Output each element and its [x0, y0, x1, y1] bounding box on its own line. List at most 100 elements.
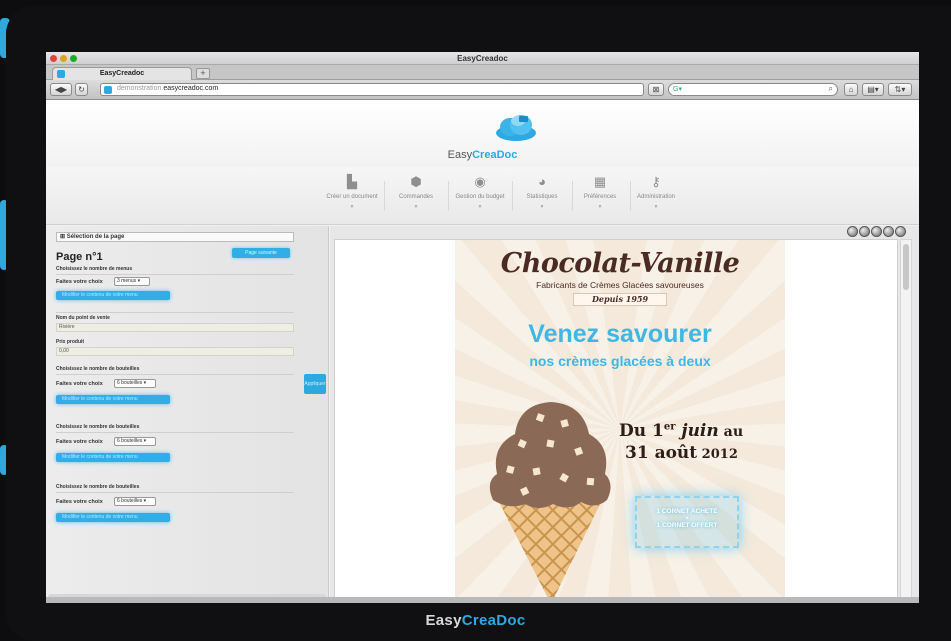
page-selection-icon: ⊞ [60, 234, 67, 240]
site-identity-icon [104, 86, 112, 94]
chevron-down-icon: ▼ [349, 204, 355, 210]
flyer-date-year: 2012 [697, 447, 738, 462]
menu-label: Administration [636, 194, 675, 200]
menu-label: Commandes [398, 194, 433, 200]
next-page-button[interactable]: Page suivante [232, 248, 290, 258]
menu-label: Gestion du budget [455, 194, 505, 200]
status-bar [46, 597, 919, 603]
menu-item-budget[interactable]: ◉ Gestion du budget ▼ [450, 173, 510, 210]
vertical-scrollbar[interactable] [900, 239, 912, 603]
zoom-control-3[interactable] [871, 226, 882, 237]
main-menu: ▙ Créer un document ▼ ⬢ Commandes ▼ ◉ Ge… [46, 167, 919, 225]
bottles-count-select[interactable]: 6 bouteilles ▾ [114, 379, 156, 388]
apply-tab-button[interactable]: Appliquer [304, 374, 326, 394]
bezel-brand-part2: CreaDoc [461, 612, 526, 629]
extensions-button[interactable]: ⇅▾ [888, 83, 912, 96]
editor-panel: ⊞ Sélection de la page Page n°1 Page sui… [46, 226, 329, 603]
menu-item-statistics[interactable]: ◕ Statistiques ▼ [512, 173, 572, 210]
toolbar-button[interactable]: ⊠ [648, 83, 664, 96]
pie-chart-icon: ◕ [538, 174, 546, 189]
choice-label: Faites votre choix [56, 439, 103, 445]
divider [56, 492, 294, 493]
select-value: 6 bouteilles [117, 498, 143, 504]
menu-item-create-document[interactable]: ▙ Créer un document ▼ [322, 173, 382, 210]
home-button[interactable]: ⌂ [844, 83, 858, 96]
search-input[interactable]: G▾ ⌕ [668, 83, 838, 96]
title-bar: EasyCreadoc [46, 52, 919, 65]
site-favicon-icon [57, 70, 65, 78]
menu-item-preferences[interactable]: ▦ Préférences ▼ [570, 173, 630, 210]
list-icon: ▦ [593, 174, 607, 189]
flyer-subtitle: Fabricants de Crèmes Glacées savoureuses [536, 280, 704, 290]
zoom-control-2[interactable] [859, 226, 870, 237]
tab-bar: EasyCreadoc + [46, 65, 919, 80]
scrollbar-thumb[interactable] [903, 244, 909, 290]
point-of-sale-field[interactable]: Rivière [56, 323, 294, 332]
modify-content-button[interactable]: Modifier le contenu de votre menu [56, 513, 170, 522]
modify-menu-button[interactable]: Modifier le contenu de votre menu [56, 291, 170, 300]
url-bar[interactable]: demonstration.easycreadoc.com ★ [100, 83, 680, 96]
url-domain: easycreadoc.com [163, 85, 219, 92]
offer-line2: 1 CORNET OFFERT [656, 522, 718, 529]
zoom-control-4[interactable] [883, 226, 894, 237]
back-forward-button[interactable]: ◀▶ [50, 83, 72, 96]
zoom-control-1[interactable] [847, 226, 858, 237]
url-text: demonstration.easycreadoc.com [117, 85, 218, 92]
modify-content-button[interactable]: Modifier le contenu de votre menu [56, 395, 170, 404]
point-of-sale-label: Nom du point de vente [56, 315, 110, 321]
site-header: EasyCreaDoc [46, 101, 919, 167]
page-selection-bar[interactable]: ⊞ Sélection de la page [56, 232, 294, 242]
bottles-group-label: Choisissez le nombre de bouteilles [56, 484, 140, 490]
chevron-down-icon: ▼ [539, 204, 545, 210]
menu-divider [448, 181, 449, 211]
search-engine-icon[interactable]: G▾ [673, 85, 682, 93]
site-logo-text[interactable]: EasyCreaDoc [46, 149, 919, 161]
modify-content-button[interactable]: Modifier le contenu de votre menu [56, 453, 170, 462]
bookmarks-button[interactable]: ▤▾ [862, 83, 884, 96]
page-title: Page n°1 [56, 251, 103, 263]
offer-badge: 1 CORNET ACHETÉ + 1 CORNET OFFERT [635, 496, 739, 548]
reload-button[interactable]: ↻ [75, 83, 88, 96]
menu-item-administration[interactable]: ⚷ Administration ▼ [626, 173, 686, 210]
browser-window: EasyCreadoc EasyCreadoc + ◀▶ ↻ demonstra… [46, 52, 919, 603]
menu-item-orders[interactable]: ⬢ Commandes ▼ [386, 173, 446, 210]
product-price-field[interactable]: 0,00 [56, 347, 294, 356]
flyer-since: Depuis 1959 [591, 294, 649, 304]
menu-label: Statistiques [526, 194, 558, 200]
window-title: EasyCreadoc [457, 54, 508, 63]
flyer-date-end: 31 août [625, 443, 698, 463]
search-icon[interactable]: ⌕ [829, 84, 833, 94]
flyer-date-prefix: Du 1 [619, 421, 664, 441]
chevron-down-icon: ▼ [477, 204, 483, 210]
menus-count-select[interactable]: 3 menus ▾ [114, 277, 150, 286]
choice-label: Faites votre choix [56, 499, 103, 505]
menu-label: Préférences [583, 194, 617, 200]
url-prefix: demonstration. [117, 85, 164, 92]
new-tab-button[interactable]: + [196, 68, 210, 79]
document-preview: Chocolat-Vanille Fabricants de Crèmes Gl… [330, 226, 919, 603]
flyer-date-month: juin [675, 421, 719, 441]
navigation-bar: ◀▶ ↻ demonstration.easycreadoc.com ★ ⊠ G… [46, 80, 919, 100]
flyer-headline: Venez savourer [528, 320, 712, 348]
flyer: Chocolat-Vanille Fabricants de Crèmes Gl… [455, 240, 785, 603]
product-price-label: Prix produit [56, 339, 85, 345]
bottles-group-label: Choisissez le nombre de bouteilles [56, 424, 140, 430]
divider [56, 312, 294, 313]
flyer-since-ribbon: Depuis 1959 [573, 293, 667, 306]
zoom-control-5[interactable] [895, 226, 906, 237]
bottles-count-select[interactable]: 6 bouteilles ▾ [114, 437, 156, 446]
bottles-count-select[interactable]: 6 bouteilles ▾ [114, 497, 156, 506]
logo-part1: Easy [447, 149, 473, 161]
flyer-date-line1: Du 1er juin au [619, 421, 743, 441]
menu-divider [384, 181, 385, 211]
chevron-down-icon: ▼ [653, 204, 659, 210]
cloud-logo-icon[interactable] [494, 113, 538, 143]
offer-line1: 1 CORNET ACHETÉ [656, 508, 718, 515]
choice-label: Faites votre choix [56, 279, 103, 285]
flyer-subheadline: nos crèmes glacées à deux [529, 353, 711, 369]
choice-label: Faites votre choix [56, 381, 103, 387]
select-value: 3 menus [117, 278, 137, 284]
tab-easycreadoc[interactable]: EasyCreadoc [52, 67, 192, 80]
bezel-brand: EasyCreaDoc [0, 612, 951, 629]
key-icon: ⚷ [651, 174, 661, 189]
